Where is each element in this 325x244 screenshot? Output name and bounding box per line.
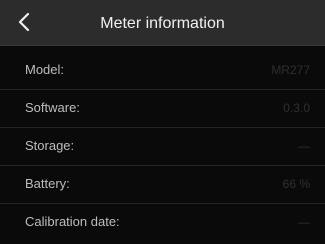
meter-info-list: Model: MR277 Software: 0.3.0 Storage: — … [0,52,325,242]
list-item-calibration-date: Calibration date: — [0,204,325,242]
back-button[interactable] [10,8,38,36]
software-label: Software: [25,100,80,115]
storage-value: — [298,139,310,153]
calibration-date-label: Calibration date: [25,214,120,229]
battery-value: 66 % [282,177,310,191]
top-bar: Meter information [0,0,325,46]
chevron-left-icon [18,12,30,32]
list-item-battery: Battery: 66 % [0,166,325,204]
list-item-software: Software: 0.3.0 [0,90,325,128]
model-label: Model: [25,62,65,77]
storage-label: Storage: [25,138,75,153]
model-value: MR277 [271,63,310,77]
list-item-storage: Storage: — [0,128,325,166]
list-item-model: Model: MR277 [0,52,325,90]
calibration-date-value: — [298,215,310,229]
software-value: 0.3.0 [283,101,310,115]
battery-label: Battery: [25,176,70,191]
meter-information-screen: Meter information Model: MR277 Software:… [0,0,325,244]
page-title: Meter information [100,15,225,32]
